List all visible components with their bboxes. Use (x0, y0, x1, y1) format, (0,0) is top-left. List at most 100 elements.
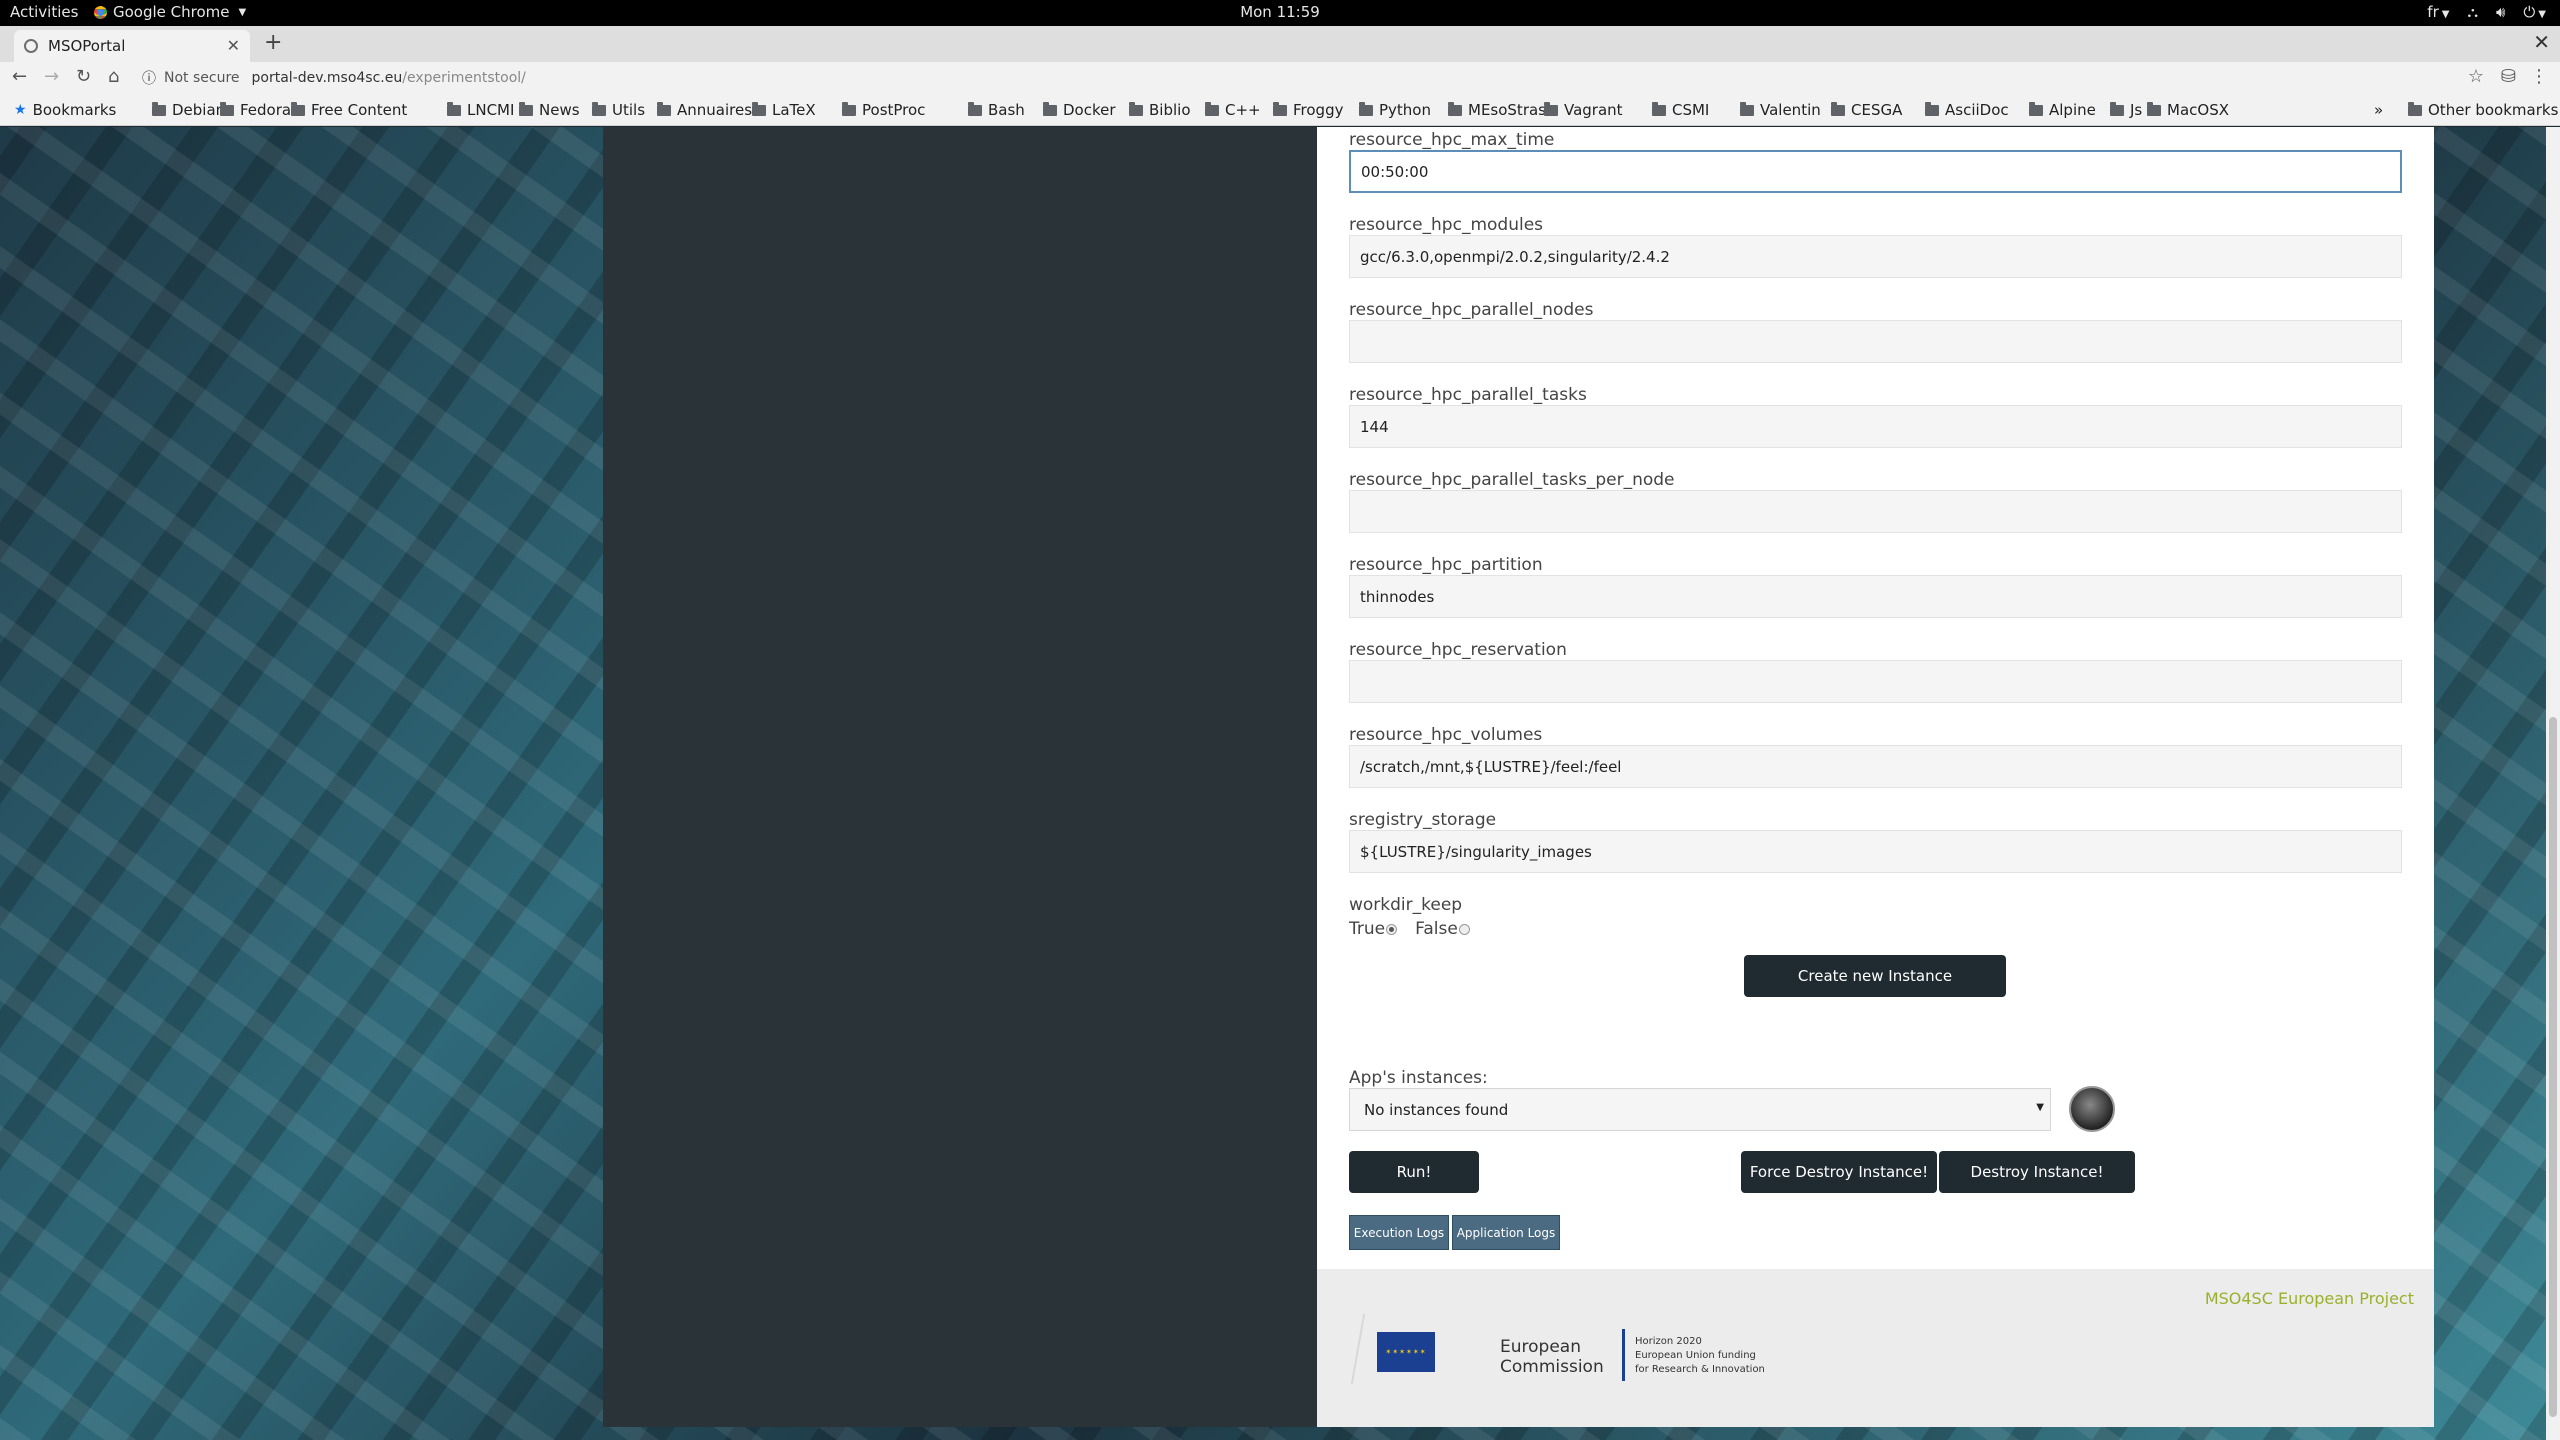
footer: MSO4SC European Project ✶✶✶✶✶✶ European … (1317, 1269, 2434, 1427)
bookmark-label: Annuaires (677, 101, 753, 119)
bookmark-label: Js (2130, 101, 2143, 119)
folder-icon (447, 101, 461, 116)
bookmark-item[interactable]: LNCMI (447, 101, 514, 119)
instances-select[interactable]: No instances found ▼ (1349, 1088, 2051, 1131)
chevron-down-icon: ▼ (238, 6, 247, 18)
bookmark-label: Debian (172, 101, 226, 119)
bookmark-item[interactable]: Js (2110, 101, 2142, 119)
bookmark-item[interactable]: Fedora (220, 101, 291, 119)
bookmark-item[interactable]: Alpine (2029, 101, 2096, 119)
field-label-resource-hpc-partition: resource_hpc_partition (1349, 555, 1543, 575)
bookmark-item[interactable]: MacOSX (2147, 101, 2229, 119)
folder-icon (657, 101, 671, 116)
bookmark-item[interactable]: MEsoStras (1448, 101, 1546, 119)
create-instance-button[interactable]: Create new Instance (1744, 955, 2006, 997)
bookmark-item[interactable]: Utils (592, 101, 645, 119)
bookmark-item[interactable]: CESGA (1831, 101, 1902, 119)
browser-tab[interactable]: MSOPortal ✕ (14, 30, 250, 62)
chevron-down-icon: ▼ (2441, 9, 2450, 20)
bookmark-item[interactable]: Vagrant (1544, 101, 1623, 119)
folder-icon (1544, 101, 1558, 116)
radio-true[interactable] (1386, 923, 1398, 935)
bookmark-item[interactable]: Valentin (1740, 101, 1821, 119)
bookmark-star-icon[interactable]: ☆ (2468, 66, 2484, 87)
forward-icon[interactable]: → (44, 66, 59, 87)
field-input-resource-hpc-max-time[interactable] (1349, 150, 2402, 193)
window-close-icon[interactable]: ✕ (2533, 30, 2550, 54)
folder-icon (1740, 101, 1754, 116)
bookmark-label: Froggy (1293, 101, 1344, 119)
close-tab-icon[interactable]: ✕ (227, 36, 240, 55)
more-bookmarks-button[interactable]: » (2374, 101, 2383, 119)
folder-icon (968, 101, 982, 116)
field-input-resource-hpc-reservation[interactable] (1349, 660, 2402, 703)
force-destroy-button[interactable]: Force Destroy Instance! (1741, 1151, 1937, 1193)
activities-button[interactable]: Activities (10, 3, 78, 21)
bookmark-label: MEsoStras (1468, 101, 1546, 119)
bookmark-item[interactable]: News (519, 101, 580, 119)
info-icon[interactable]: ⓘ (142, 68, 156, 88)
other-bookmarks[interactable]: Other bookmarks (2408, 101, 2558, 119)
back-icon[interactable]: ← (12, 66, 27, 87)
field-input-resource-hpc-partition[interactable] (1349, 575, 2402, 618)
bookmark-label: News (539, 101, 580, 119)
folder-icon (592, 101, 606, 116)
bookmark-item[interactable]: Biblio (1129, 101, 1191, 119)
bookmark-item[interactable]: Bash (968, 101, 1025, 119)
folder-icon (291, 101, 305, 116)
bookmarks-bar: ★ Bookmarks Debian Fedora Free Content LNCMI N… (0, 94, 2560, 126)
field-input-resource-hpc-parallel-tasks[interactable] (1349, 405, 2402, 448)
field-label-sregistry-storage: sregistry_storage (1349, 810, 1497, 830)
menu-icon[interactable]: ⋮ (2530, 66, 2548, 87)
instances-label: App's instances: (1349, 1068, 1488, 1088)
bookmark-item[interactable]: LaTeX (752, 101, 816, 119)
bookmark-item[interactable]: Froggy (1273, 101, 1343, 119)
field-input-resource-hpc-parallel-nodes[interactable] (1349, 320, 2402, 363)
application-logs-button[interactable]: Application Logs (1452, 1215, 1560, 1250)
run-button[interactable]: Run! (1349, 1151, 1479, 1193)
folder-icon (2408, 101, 2422, 116)
bookmark-label: CSMI (1672, 101, 1710, 119)
field-label-resource-hpc-parallel-nodes: resource_hpc_parallel_nodes (1349, 300, 1594, 320)
field-input-resource-hpc-parallel-tasks-per-node[interactable] (1349, 490, 2402, 533)
bookmark-item[interactable]: Debian (152, 101, 225, 119)
folder-icon (1652, 101, 1666, 116)
home-icon[interactable]: ⌂ (108, 66, 119, 87)
workdir-keep-label: workdir_keep (1349, 895, 1463, 915)
field-input-resource-hpc-modules[interactable] (1349, 235, 2402, 278)
bookmark-label: Free Content (311, 101, 408, 119)
bookmark-item[interactable]: Annuaires (657, 101, 752, 119)
bookmark-item[interactable]: CSMI (1652, 101, 1709, 119)
bookmark-item[interactable]: AsciiDoc (1925, 101, 2009, 119)
new-tab-button[interactable]: + (264, 30, 282, 55)
extension-icon[interactable]: ⛁ (2501, 66, 2516, 87)
input-language[interactable]: fr ▼ (2427, 3, 2449, 21)
bookmark-item[interactable]: ★ Bookmarks (14, 101, 116, 119)
field-label-resource-hpc-volumes: resource_hpc_volumes (1349, 725, 1543, 745)
project-link[interactable]: MSO4SC European Project (2205, 1289, 2414, 1308)
field-input-sregistry-storage[interactable] (1349, 830, 2402, 873)
bookmark-item[interactable]: PostProc (842, 101, 925, 119)
address-bar[interactable]: ⓘ Not secure portal-dev.mso4sc.eu/experi… (142, 64, 2442, 92)
bookmark-item[interactable]: Python (1359, 101, 1431, 119)
destroy-button[interactable]: Destroy Instance! (1939, 1151, 2135, 1193)
bookmark-item[interactable]: Docker (1043, 101, 1116, 119)
status-indicator-icon (2069, 1086, 2115, 1132)
page-scrollbar[interactable] (2546, 127, 2560, 1440)
system-tray[interactable]: fr ▼ ⛬ 🔊︎ ⏻ ▼ (2427, 3, 2546, 21)
app-menu[interactable]: Google Chrome ▼ (94, 3, 246, 21)
dropdown-arrow-icon: ▼ (2036, 1102, 2044, 1113)
clock[interactable]: Mon 11:59 (1240, 3, 1320, 21)
folder-icon (2029, 101, 2043, 116)
european-commission-logo: ✶✶✶✶✶✶ European Commission Horizon 2020 … (1350, 1309, 1787, 1389)
scrollbar-thumb[interactable] (2549, 717, 2557, 1417)
folder-icon (752, 101, 766, 116)
bookmark-item[interactable]: C++ (1205, 101, 1261, 119)
reload-icon[interactable]: ↻ (76, 66, 91, 87)
folder-icon (1448, 101, 1462, 116)
bookmark-item[interactable]: Free Content (291, 101, 407, 119)
eu-stars-icon: ✶✶✶✶✶✶ (1385, 1348, 1427, 1356)
radio-false[interactable] (1458, 923, 1470, 935)
field-input-resource-hpc-volumes[interactable] (1349, 745, 2402, 788)
execution-logs-button[interactable]: Execution Logs (1349, 1215, 1449, 1250)
